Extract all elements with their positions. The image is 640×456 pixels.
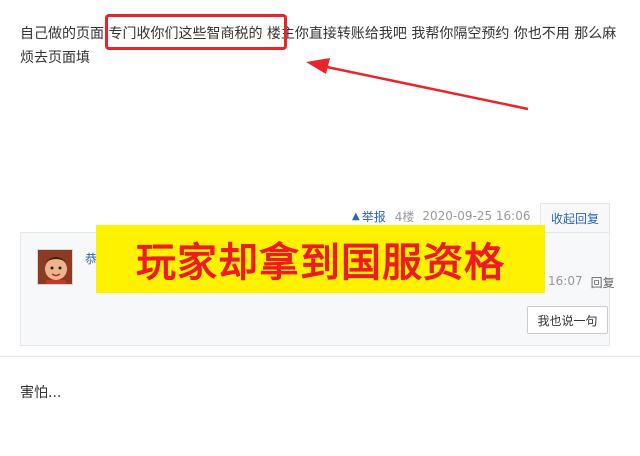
floor-number: 4楼	[394, 209, 415, 224]
report-link[interactable]: ▲ 举报	[352, 208, 386, 225]
reply-link[interactable]: 回复	[591, 274, 615, 291]
warning-icon: ▲	[352, 210, 360, 222]
avatar-image	[38, 250, 72, 284]
collapse-reply-button[interactable]: 收起回复	[540, 203, 610, 233]
avatar[interactable]	[37, 249, 73, 285]
say-something-button[interactable]: 我也说一句	[527, 306, 608, 334]
caption-text: 玩家却拿到国服资格	[136, 240, 505, 286]
reply-time: 16:07	[548, 274, 583, 288]
caption-banner: 玩家却拿到国服资格	[96, 225, 545, 293]
next-post-content: 害怕...	[20, 385, 62, 401]
highlight-box	[105, 14, 287, 50]
reply-meta: 16:07 回复	[548, 274, 615, 291]
post-date: 2020-09-25 16:06	[422, 209, 531, 223]
divider	[0, 356, 640, 357]
report-label: 举报	[361, 209, 386, 224]
post-footer: ▲ 举报 4楼 2020-09-25 16:06	[352, 206, 531, 226]
